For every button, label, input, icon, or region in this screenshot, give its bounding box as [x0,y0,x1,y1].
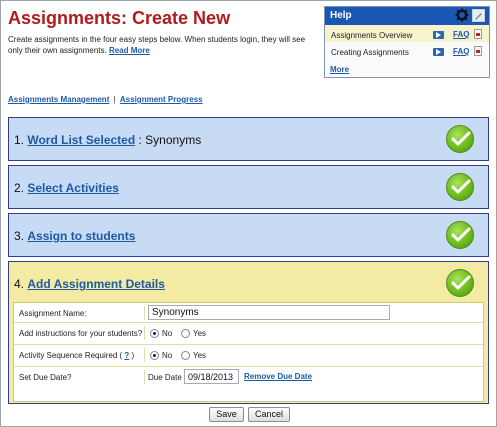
step-1-label: 1. Word List Selected : Synonyms [14,133,201,147]
gear-icon[interactable] [455,8,469,25]
edit-icon[interactable] [472,9,485,22]
intro-description: Create assignments in the four easy step… [8,35,306,55]
step-1-link[interactable]: Word List Selected [27,133,135,147]
step-2-link[interactable]: Select Activities [27,181,119,195]
video-icon[interactable] [433,31,444,39]
checkmark-icon [446,269,474,297]
due-date-question: Set Due Date? [19,373,72,382]
pdf-icon[interactable] [474,29,482,39]
remove-due-date-link[interactable]: Remove Due Date [244,372,312,381]
sequence-label-text: Activity Sequence Required ( [19,351,123,360]
step-number: 4. [14,277,25,291]
step-4-label: 4. Add Assignment Details [14,277,165,291]
assignment-progress-link[interactable]: Assignment Progress [120,95,203,104]
sequence-label: Activity Sequence Required ( ? ) [19,351,134,360]
row-divider [144,306,145,320]
checkmark-icon [446,125,474,153]
sequence-no-label: No [162,351,173,360]
faq-link[interactable]: FAQ [453,47,469,56]
step-4-panel: 4. Add Assignment Details Assignment Nam… [8,261,489,404]
step-number: 3. [14,229,25,243]
due-date-input[interactable] [184,369,239,384]
instructions-yes-radio[interactable] [181,329,190,338]
step-3-link[interactable]: Assign to students [27,229,135,243]
cancel-button[interactable]: Cancel [248,407,290,422]
assignment-name-row: Assignment Name: [14,303,483,323]
step-1-panel: 1. Word List Selected : Synonyms [8,117,489,161]
row-divider [144,370,145,384]
help-header: Help [325,7,489,25]
sequence-no-radio[interactable] [150,351,159,360]
row-divider [144,348,145,362]
instructions-yes-label: Yes [193,329,207,338]
help-more-link[interactable]: More [330,65,349,74]
save-button[interactable]: Save [209,407,244,422]
step-number: 2. [14,181,25,195]
step-3-label: 3. Assign to students [14,229,135,243]
assignments-management-link[interactable]: Assignments Management [8,95,109,104]
link-separator: | [113,95,116,104]
step-2-panel: 2. Select Activities [8,165,489,209]
instructions-row: Add instructions for your students? No Y… [14,323,483,345]
instructions-no-radio[interactable] [150,329,159,338]
assignment-name-label: Assignment Name: [19,309,87,318]
help-item-label: Assignments Overview [331,31,413,40]
row-divider [144,326,145,340]
instructions-no-label: No [162,329,173,338]
page-title: Assignments: Create New [8,8,231,28]
help-item-creating: Creating Assignments FAQ [325,42,489,59]
step-2-label: 2. Select Activities [14,181,119,195]
due-date-row: Set Due Date? Due Date Remove Due Date [14,367,483,389]
video-icon[interactable] [433,48,444,56]
sequence-row: Activity Sequence Required ( ? ) No Yes [14,345,483,367]
assignment-name-input[interactable] [148,305,390,320]
read-more-link[interactable]: Read More [109,46,150,55]
pdf-icon[interactable] [474,46,482,56]
help-item-label: Creating Assignments [331,48,409,57]
sequence-yes-radio[interactable] [181,351,190,360]
checkmark-icon [446,173,474,201]
help-panel: Help Assignments Overview FAQ Creating A… [324,6,490,78]
step-number: 1. [14,133,25,147]
instructions-label: Add instructions for your students? [19,329,143,338]
step-1-suffix: : Synonyms [135,133,202,147]
assignment-details-form: Assignment Name: Add instructions for yo… [13,302,484,402]
help-item-overview: Assignments Overview FAQ [325,25,489,42]
intro-text: Create assignments in the four easy step… [8,34,308,56]
step-3-panel: 3. Assign to students [8,213,489,257]
checkmark-icon [446,221,474,249]
sequence-label-close: ) [129,351,135,360]
faq-link[interactable]: FAQ [453,30,469,39]
breadcrumb: Assignments Management | Assignment Prog… [8,95,203,104]
step-4-link[interactable]: Add Assignment Details [27,277,165,291]
page-frame: Assignments: Create New Create assignmen… [0,0,497,427]
sequence-yes-label: Yes [193,351,207,360]
due-date-label: Due Date [148,373,182,382]
help-title: Help [330,10,352,21]
